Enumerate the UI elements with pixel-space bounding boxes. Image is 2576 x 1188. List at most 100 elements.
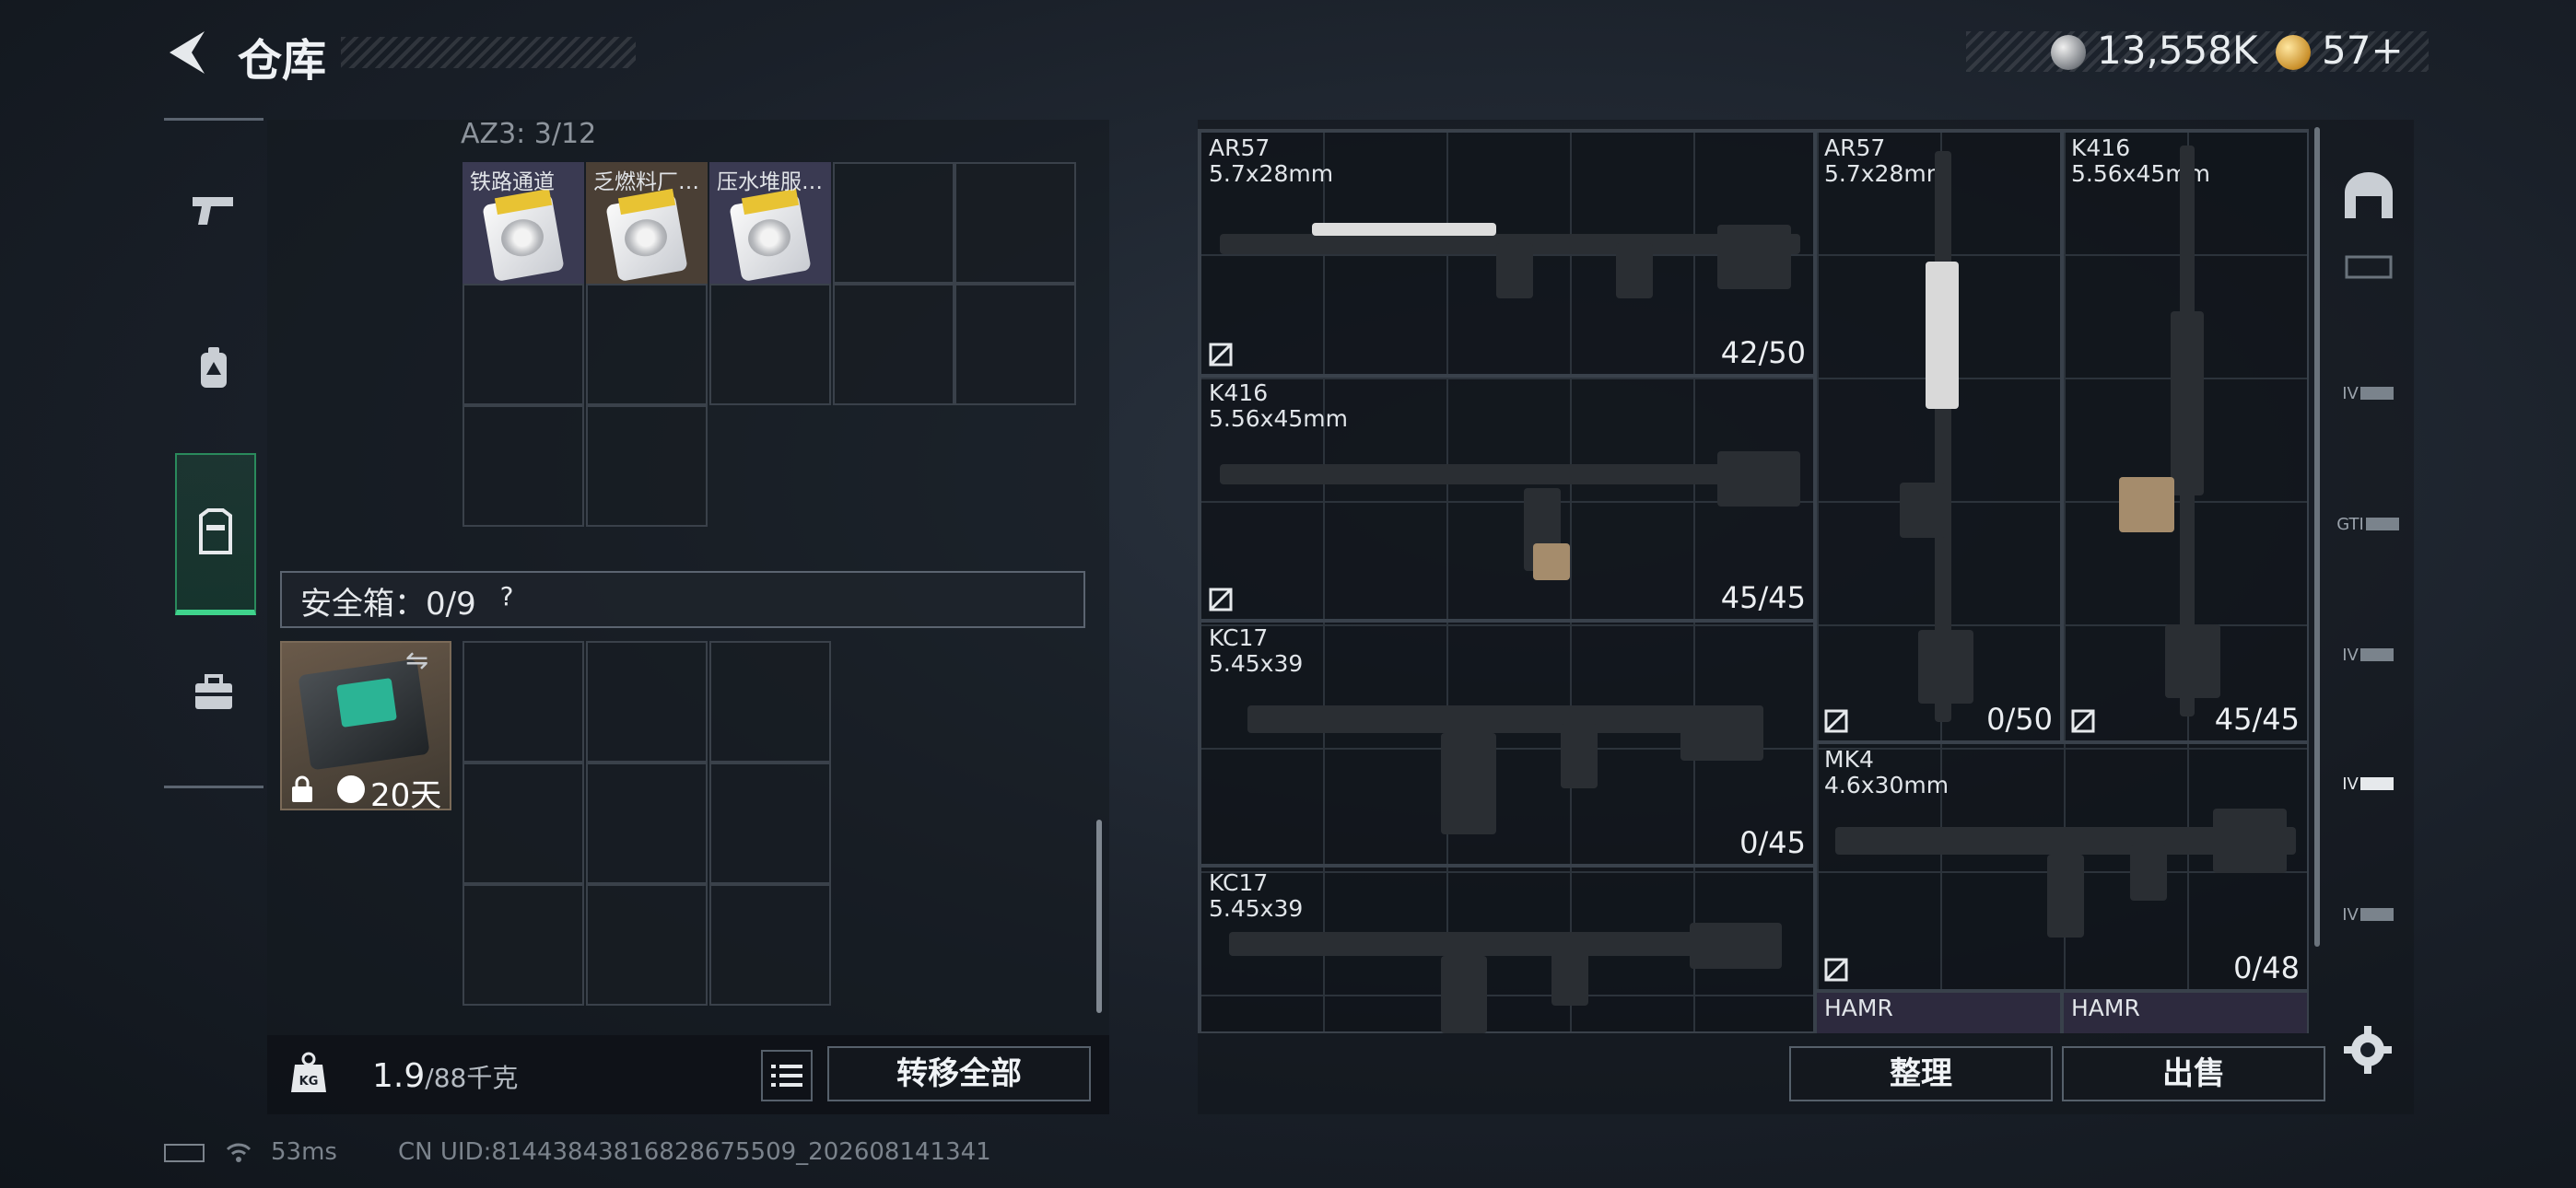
no-attachment-icon bbox=[1824, 709, 1848, 733]
nav-weapons[interactable] bbox=[175, 155, 252, 265]
clock-icon bbox=[337, 775, 365, 803]
swap-icon[interactable]: ⇋ bbox=[405, 645, 428, 677]
empty-slot[interactable] bbox=[709, 284, 831, 405]
filter-rifle-icon[interactable]: IV bbox=[2336, 751, 2401, 816]
safebox-slot[interactable] bbox=[586, 641, 708, 763]
filter-barrel-icon[interactable] bbox=[2336, 234, 2401, 298]
filter-grip-icon[interactable]: IV bbox=[2336, 361, 2401, 425]
filter-medical-icon[interactable]: IV bbox=[2336, 623, 2401, 687]
nav-toolbox[interactable] bbox=[175, 637, 252, 748]
weight-current: 1.9 bbox=[372, 1057, 426, 1095]
weapon-name: HAMR bbox=[1824, 995, 1893, 1021]
weight-max: /88千克 bbox=[425, 1063, 519, 1093]
page-title: 仓库 bbox=[238, 35, 327, 87]
safebox-slot[interactable] bbox=[463, 641, 584, 763]
safebox-duration: 20天 bbox=[370, 777, 442, 814]
safebox-slot[interactable] bbox=[586, 763, 708, 884]
weapon-name: HAMR bbox=[2071, 995, 2140, 1021]
title-decoration bbox=[341, 37, 636, 68]
empty-slot[interactable] bbox=[463, 405, 584, 527]
empty-slot[interactable] bbox=[833, 162, 954, 284]
rifle-image bbox=[1220, 206, 1800, 308]
stock-tier-label: GTI bbox=[2336, 514, 2364, 534]
transfer-all-button[interactable]: 转移全部 bbox=[827, 1046, 1091, 1101]
armor-tier-label: IV bbox=[2342, 904, 2359, 925]
weapon-card-ar57-vertical[interactable]: AR57 5.7x28mm 0/50 bbox=[1815, 131, 2062, 742]
nav-backpack[interactable] bbox=[175, 313, 252, 424]
safebox-slot[interactable] bbox=[709, 763, 831, 884]
silver-coin-icon bbox=[2051, 35, 2086, 70]
empty-slot[interactable] bbox=[954, 162, 1076, 284]
weapon-card-hamr[interactable]: HAMR bbox=[1815, 991, 2062, 1033]
weapon-name: AR57 bbox=[1824, 134, 1886, 161]
empty-slot[interactable] bbox=[586, 284, 708, 405]
safebox-capacity: 安全箱：0/9 bbox=[300, 586, 476, 623]
settings-gear-icon[interactable] bbox=[2340, 1022, 2395, 1077]
lock-icon bbox=[292, 775, 312, 802]
weapon-card-kc17-2[interactable]: KC17 5.45x39 bbox=[1200, 866, 1815, 1033]
stock-icon bbox=[2365, 518, 2399, 530]
item-label: 乏燃料厂… bbox=[593, 170, 699, 194]
rifle-image bbox=[1247, 669, 1791, 834]
filter-armor-icon[interactable]: IV bbox=[2336, 882, 2401, 947]
ammo-count: 0/45 bbox=[1739, 825, 1806, 860]
ammo-count: 42/50 bbox=[1720, 335, 1806, 370]
weapon-name: KC17 bbox=[1209, 869, 1269, 896]
weapon-card-kc17[interactable]: KC17 5.45x39 0/45 bbox=[1200, 621, 1815, 866]
ammo-count: 45/45 bbox=[1720, 580, 1806, 615]
weapon-card-k416-vertical[interactable]: K416 5.56x45mm 45/45 bbox=[2062, 131, 2309, 742]
item-fuel-plant-key[interactable]: 乏燃料厂… bbox=[586, 162, 708, 284]
safebox-slot[interactable] bbox=[709, 884, 831, 1006]
rifle-filter-icon bbox=[2359, 777, 2394, 790]
nav-vest[interactable] bbox=[175, 453, 256, 615]
silver-amount: 13,558K bbox=[2097, 28, 2258, 73]
weapon-card-k416[interactable]: K416 5.56x45mm 45/45 bbox=[1200, 376, 1815, 621]
weight-icon: KG bbox=[291, 1052, 326, 1092]
gold-amount[interactable]: 57+ bbox=[2322, 28, 2404, 73]
filter-all-icon[interactable] bbox=[2336, 164, 2401, 228]
weapon-caliber: 5.7x28mm bbox=[1209, 160, 1334, 187]
back-arrow-icon[interactable] bbox=[164, 28, 208, 77]
no-attachment-icon bbox=[1209, 343, 1233, 367]
weapon-card-hamr-2[interactable]: HAMR bbox=[2062, 991, 2309, 1033]
no-attachment-icon bbox=[1824, 958, 1848, 982]
empty-slot[interactable] bbox=[586, 405, 708, 527]
sell-button[interactable]: 出售 bbox=[2062, 1046, 2325, 1101]
help-icon[interactable]: ? bbox=[488, 578, 525, 615]
list-icon bbox=[771, 1065, 802, 1087]
medical-icon bbox=[2359, 648, 2394, 661]
ammo-count: 0/48 bbox=[2233, 950, 2300, 985]
weapon-name: AR57 bbox=[1209, 134, 1270, 161]
item-reactor-key[interactable]: 压水堆服… bbox=[709, 162, 831, 284]
safebox-slot[interactable] bbox=[586, 884, 708, 1006]
rifle-image bbox=[1220, 433, 1800, 589]
inventory-scrollbar[interactable] bbox=[1096, 820, 1102, 1013]
weapon-card-mk4[interactable]: MK4 4.6x30mm 0/48 bbox=[1815, 742, 2309, 991]
empty-slot[interactable] bbox=[833, 284, 954, 405]
empty-slot[interactable] bbox=[954, 284, 1076, 405]
vest-icon bbox=[199, 508, 232, 554]
safebox-slot[interactable] bbox=[463, 763, 584, 884]
list-view-button[interactable] bbox=[761, 1050, 813, 1101]
item-railway-key[interactable]: 铁路通道 bbox=[463, 162, 584, 284]
empty-slot[interactable] bbox=[463, 284, 584, 405]
ping-value: 53ms bbox=[271, 1138, 337, 1166]
weapon-scrollbar[interactable] bbox=[2314, 127, 2320, 947]
backpack-icon bbox=[201, 347, 227, 388]
weapon-name: KC17 bbox=[1209, 624, 1269, 651]
filter-stock-icon[interactable]: GTI bbox=[2336, 492, 2401, 556]
weapon-card-ar57[interactable]: AR57 5.7x28mm 42/50 bbox=[1200, 131, 1815, 376]
no-attachment-icon bbox=[2071, 709, 2095, 733]
pistol-icon bbox=[193, 197, 233, 225]
weapon-name: K416 bbox=[2071, 134, 2131, 161]
toolbox-icon bbox=[195, 674, 232, 709]
svg-text:KG: KG bbox=[299, 1075, 319, 1089]
sort-button[interactable]: 整理 bbox=[1789, 1046, 2053, 1101]
rifle-image bbox=[2119, 146, 2220, 716]
safebox-case-panel bbox=[336, 678, 397, 728]
wifi-icon bbox=[226, 1143, 252, 1162]
safebox-slot[interactable] bbox=[709, 641, 831, 763]
ammo-count: 45/45 bbox=[2214, 702, 2300, 737]
safebox-slot[interactable] bbox=[463, 884, 584, 1006]
rifle-image bbox=[1835, 790, 2296, 956]
